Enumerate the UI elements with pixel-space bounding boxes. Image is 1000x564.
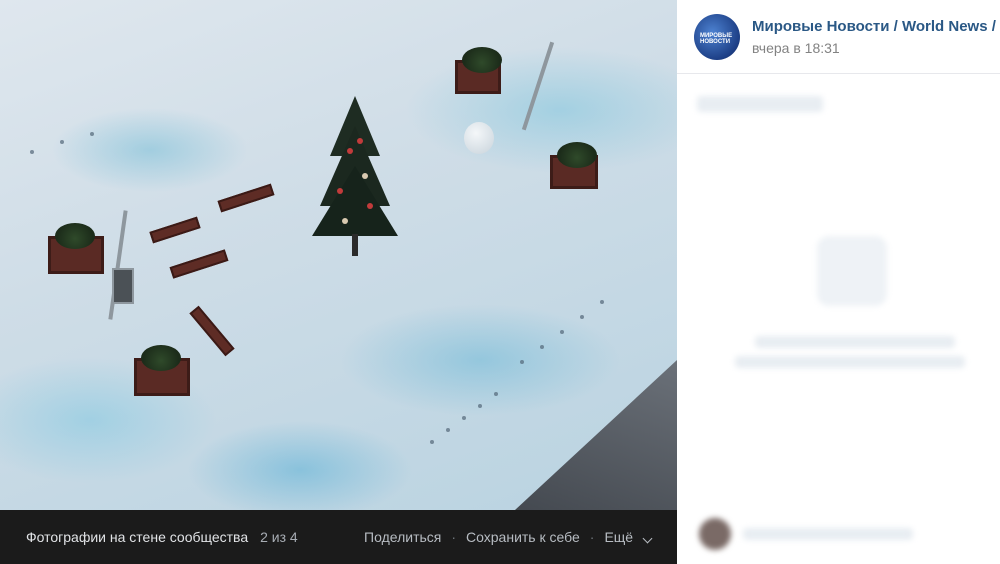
footprint [430, 440, 434, 444]
blurred-text [755, 336, 955, 348]
photo-counter: 2 из 4 [260, 529, 298, 545]
footprint [520, 360, 524, 364]
blurred-text [697, 96, 823, 112]
footprint [446, 428, 450, 432]
blurred-text [735, 356, 965, 368]
chevron-down-icon [642, 533, 653, 544]
more-label: Ещё [604, 529, 634, 545]
christmas-tree [312, 96, 398, 256]
blurred-text [743, 528, 913, 540]
footprint [462, 416, 466, 420]
snowman [464, 122, 494, 154]
more-button[interactable]: Ещё [604, 529, 653, 545]
footprint [540, 345, 544, 349]
footprint [60, 140, 64, 144]
separator-dot: · [589, 529, 595, 545]
planter [48, 223, 104, 274]
planter [550, 142, 598, 189]
photo-actions: Поделиться · Сохранить к себе · Ещё [364, 529, 653, 545]
blurred-avatar [699, 518, 731, 550]
post-header: МИРОВЫЕ НОВОСТИ Мировые Новости / World … [677, 0, 1000, 74]
photo-viewer[interactable] [0, 0, 677, 510]
blurred-icon [817, 236, 887, 306]
footprint [478, 404, 482, 408]
footprint [580, 315, 584, 319]
footprint [494, 392, 498, 396]
planter [455, 47, 502, 94]
info-sign [112, 268, 134, 304]
footprint [600, 300, 604, 304]
separator-dot: · [451, 529, 457, 545]
footprint [30, 150, 34, 154]
photo-caption[interactable]: Фотографии на стене сообщества [26, 529, 248, 545]
group-name-link[interactable]: Мировые Новости / World News / ... [752, 18, 1000, 35]
planter [134, 345, 190, 396]
post-time[interactable]: вчера в 18:31 [752, 40, 1000, 56]
post-side-panel: МИРОВЫЕ НОВОСТИ Мировые Новости / World … [677, 0, 1000, 564]
avatar-text: МИРОВЫЕ НОВОСТИ [700, 32, 733, 45]
footprint [90, 132, 94, 136]
photo-bottom-bar: Фотографии на стене сообщества 2 из 4 По… [0, 510, 677, 564]
group-avatar[interactable]: МИРОВЫЕ НОВОСТИ [694, 13, 740, 60]
footprint [560, 330, 564, 334]
post-meta: Мировые Новости / World News / ... вчера… [752, 18, 1000, 56]
save-button[interactable]: Сохранить к себе [466, 529, 580, 545]
share-button[interactable]: Поделиться [364, 529, 441, 545]
